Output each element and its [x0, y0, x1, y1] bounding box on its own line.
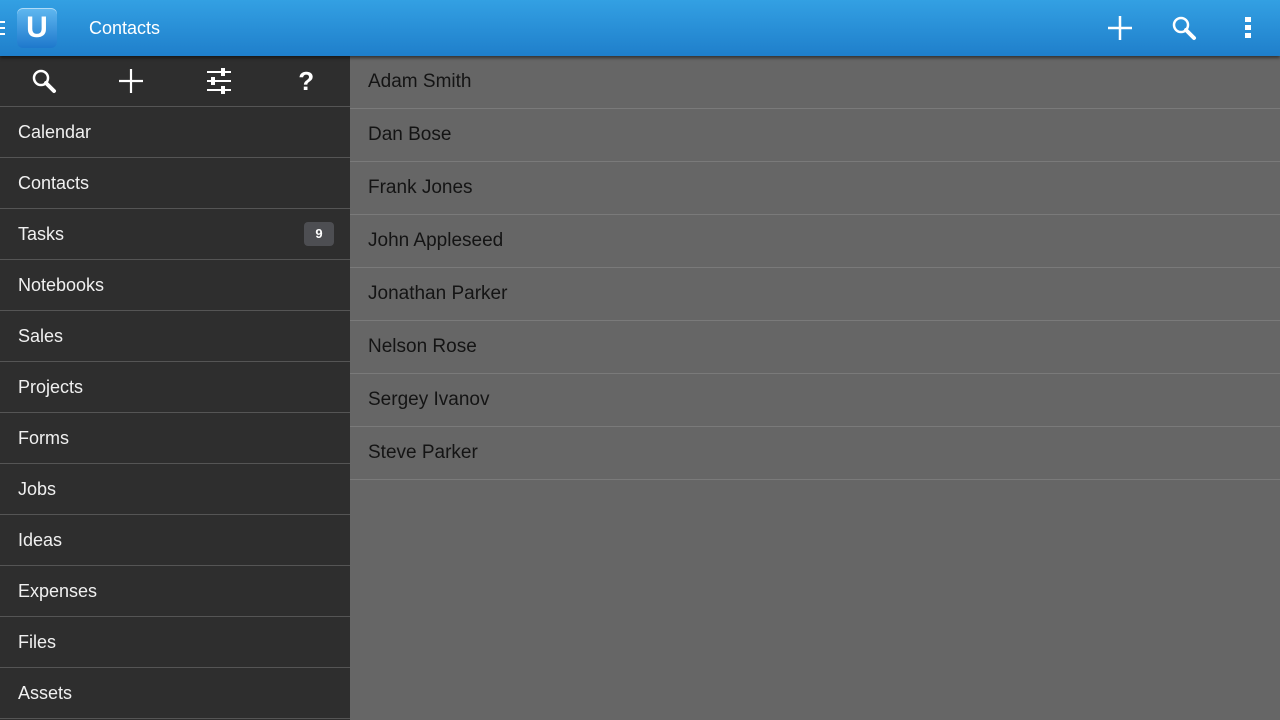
- help-icon: ?: [298, 65, 315, 96]
- more-vert-icon: [1245, 17, 1251, 38]
- plus-icon: [1108, 16, 1132, 40]
- contacts-list: Adam Smith Dan Bose Frank Jones John App…: [350, 56, 1280, 720]
- sidebar-item-label: Sales: [18, 325, 64, 346]
- search-icon: [32, 69, 56, 93]
- sidebar-settings-button[interactable]: [175, 56, 263, 106]
- sidebar-help-button[interactable]: ?: [263, 56, 351, 106]
- search-button[interactable]: [1164, 8, 1204, 48]
- sidebar-item-contacts[interactable]: Contacts: [0, 158, 350, 209]
- sidebar-item-files[interactable]: Files: [0, 617, 350, 668]
- sidebar-item-ideas[interactable]: Ideas: [0, 515, 350, 566]
- sidebar-item-label: Contacts: [18, 172, 90, 193]
- sidebar-search-button[interactable]: [0, 56, 88, 106]
- sidebar-item-assets[interactable]: Assets: [0, 668, 350, 719]
- plus-icon: [119, 69, 144, 93]
- sidebar-item-label: Tasks: [18, 223, 65, 244]
- sidebar-item-label: Assets: [18, 682, 73, 703]
- contact-row[interactable]: Nelson Rose: [350, 321, 1280, 374]
- sidebar-toolbar: ?: [0, 56, 350, 107]
- sidebar-item-projects[interactable]: Projects: [0, 362, 350, 413]
- sidebar-item-label: Expenses: [18, 580, 98, 601]
- sidebar-item-label: Ideas: [18, 529, 63, 550]
- drawer-indicator-icon[interactable]: [0, 21, 5, 35]
- contact-row[interactable]: John Appleseed: [350, 215, 1280, 268]
- contact-row[interactable]: Adam Smith: [350, 56, 1280, 109]
- sidebar-item-label: Files: [18, 631, 57, 652]
- contact-row[interactable]: Jonathan Parker: [350, 268, 1280, 321]
- sidebar-item-jobs[interactable]: Jobs: [0, 464, 350, 515]
- contact-row[interactable]: Sergey Ivanov: [350, 374, 1280, 427]
- sidebar-item-expenses[interactable]: Expenses: [0, 566, 350, 617]
- contact-row[interactable]: Dan Bose: [350, 109, 1280, 162]
- sidebar-item-notebooks[interactable]: Notebooks: [0, 260, 350, 311]
- overflow-menu-button[interactable]: [1228, 8, 1268, 48]
- app-header: U Contacts: [0, 0, 1280, 56]
- sidebar-item-calendar[interactable]: Calendar: [0, 107, 350, 158]
- tasks-count-badge: 9: [304, 222, 334, 246]
- sidebar-item-label: Notebooks: [18, 274, 105, 295]
- sidebar-item-tasks[interactable]: Tasks 9: [0, 209, 350, 260]
- contact-row[interactable]: Steve Parker: [350, 427, 1280, 480]
- search-icon: [1172, 16, 1196, 40]
- add-contact-button[interactable]: [1100, 8, 1140, 48]
- app-logo[interactable]: U: [17, 8, 57, 48]
- sidebar-item-sales[interactable]: Sales: [0, 311, 350, 362]
- sidebar-item-label: Jobs: [18, 478, 57, 499]
- contact-row[interactable]: Frank Jones: [350, 162, 1280, 215]
- sidebar: ? Calendar Contacts Tasks 9 Notebooks Sal…: [0, 56, 350, 720]
- sliders-icon: [206, 68, 231, 94]
- sidebar-item-forms[interactable]: Forms: [0, 413, 350, 464]
- sidebar-item-label: Projects: [18, 376, 84, 397]
- sidebar-add-button[interactable]: [88, 56, 176, 106]
- page-title: Contacts: [89, 18, 161, 38]
- sidebar-item-label: Calendar: [18, 121, 92, 142]
- sidebar-item-label: Forms: [18, 427, 69, 448]
